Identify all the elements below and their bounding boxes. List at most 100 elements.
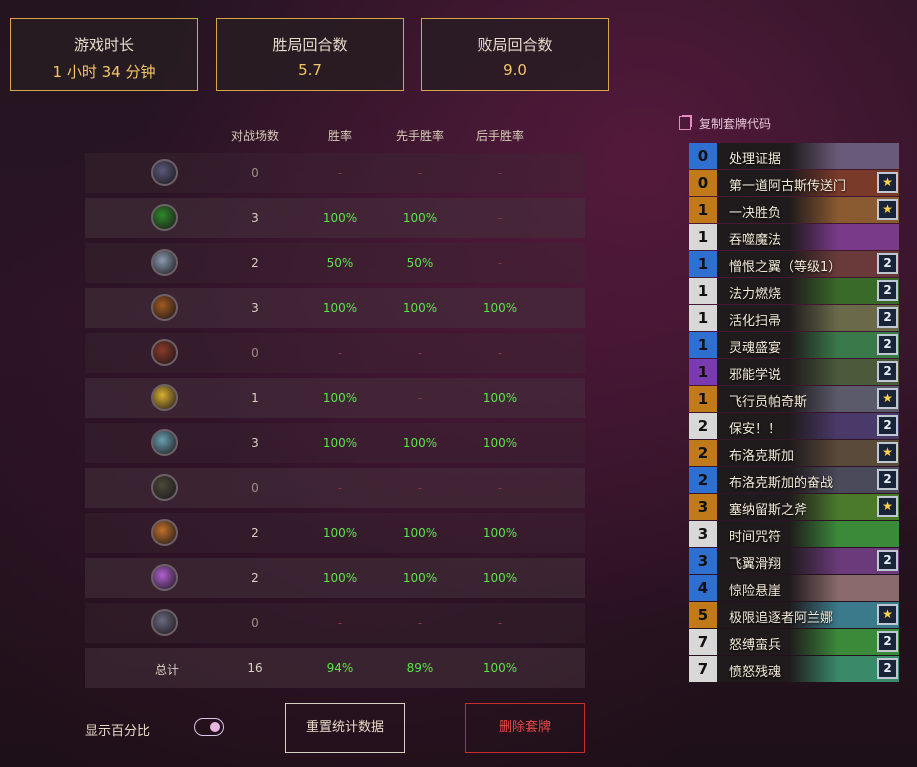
cell-games: 0	[251, 166, 259, 180]
show-percent-label: 显示百分比	[85, 724, 151, 739]
cell-win: 100%	[322, 526, 358, 540]
cell-win: 100%	[322, 301, 358, 315]
card-count-badge: 2	[877, 658, 898, 679]
card-cost: 2	[689, 440, 717, 466]
cell-second: 100%	[482, 526, 518, 540]
card-count-badge: 2	[877, 334, 898, 355]
deck-card[interactable]: 3 飞翼滑翔 2	[689, 548, 899, 574]
deck-card[interactable]: 7 愤怒残魂 2	[689, 656, 899, 682]
cell-first: -	[417, 481, 423, 495]
card-name: 法力燃烧	[729, 287, 782, 302]
table-row: 1 100% - 100%	[85, 378, 585, 418]
reset-stats-button[interactable]: 重置统计数据	[285, 703, 405, 753]
deck-card[interactable]: 7 怒缚蛮兵 2	[689, 629, 899, 655]
deck-card[interactable]: 1 飞行员帕奇斯 ★	[689, 386, 899, 412]
legendary-star-icon: ★	[877, 604, 898, 625]
cell-win: -	[337, 166, 343, 180]
card-count-badge: 2	[877, 307, 898, 328]
deck-card[interactable]: 1 活化扫帚 2	[689, 305, 899, 331]
total-winrate: 94%	[326, 661, 354, 675]
stat-value: 5.7	[298, 61, 322, 79]
card-name: 布洛克斯加	[729, 449, 795, 464]
table-row: 3 100% 100% 100%	[85, 423, 585, 463]
table-row: 2 100% 100% 100%	[85, 558, 585, 598]
card-name: 憎恨之翼（等级1）	[729, 260, 842, 275]
cell-games: 3	[251, 301, 259, 315]
card-count-badge: 2	[877, 253, 898, 274]
copy-deck-code-label: 复制套牌代码	[699, 117, 772, 131]
legendary-star-icon: ★	[877, 199, 898, 220]
toggle-knob	[210, 722, 220, 732]
card-name: 第一道阿古斯传送门	[729, 179, 847, 194]
total-row: 总计 16 94% 89% 100%	[85, 648, 585, 688]
cell-first: 100%	[402, 436, 438, 450]
header-second-winrate: 后手胜率	[475, 129, 524, 143]
stat-value: 9.0	[503, 61, 527, 79]
class-icon-11	[151, 609, 178, 636]
card-cost: 0	[689, 170, 717, 196]
table-row: 0 - - -	[85, 333, 585, 373]
cell-second: -	[497, 616, 503, 630]
card-name: 飞翼滑翔	[729, 557, 782, 572]
deck-card[interactable]: 3 塞纳留斯之斧 ★	[689, 494, 899, 520]
cell-games: 3	[251, 436, 259, 450]
card-name: 时间咒符	[729, 530, 782, 545]
deck-card[interactable]: 2 布洛克斯加 ★	[689, 440, 899, 466]
cell-games: 2	[251, 526, 259, 540]
deck-card[interactable]: 1 灵魂盛宴 2	[689, 332, 899, 358]
card-cost: 1	[689, 332, 717, 358]
cell-second: -	[497, 256, 503, 270]
stat-loss-turns: 败局回合数 9.0	[421, 18, 609, 91]
cell-second: -	[497, 211, 503, 225]
card-count-badge: 2	[877, 550, 898, 571]
deck-card[interactable]: 5 极限追逐者阿兰娜 ★	[689, 602, 899, 628]
deck-card[interactable]: 2 保安！！ 2	[689, 413, 899, 439]
cell-win: 100%	[322, 436, 358, 450]
cell-second: -	[497, 481, 503, 495]
card-name: 活化扫帚	[729, 314, 782, 329]
cell-games: 2	[251, 571, 259, 585]
table-row: 3 100% 100% 100%	[85, 288, 585, 328]
card-count-badge: 2	[877, 415, 898, 436]
delete-deck-button[interactable]: 删除套牌	[465, 703, 585, 753]
card-art	[789, 575, 899, 601]
legendary-star-icon: ★	[877, 496, 898, 517]
deck-card[interactable]: 2 布洛克斯加的奋战 2	[689, 467, 899, 493]
cell-games: 1	[251, 391, 259, 405]
card-cost: 2	[689, 467, 717, 493]
stat-title: 败局回合数	[477, 36, 553, 54]
cell-first: -	[417, 166, 423, 180]
card-count-badge: 2	[877, 469, 898, 490]
stat-title: 胜局回合数	[272, 36, 348, 54]
deck-card[interactable]: 1 吞噬魔法	[689, 224, 899, 250]
legendary-star-icon: ★	[877, 172, 898, 193]
copy-deck-code-button[interactable]: 复制套牌代码	[679, 115, 771, 132]
deck-card[interactable]: 3 时间咒符	[689, 521, 899, 547]
card-cost: 4	[689, 575, 717, 601]
class-icon-8	[151, 474, 178, 501]
card-cost: 1	[689, 224, 717, 250]
deck-card[interactable]: 1 法力燃烧 2	[689, 278, 899, 304]
class-icon-2	[151, 204, 178, 231]
deck-card[interactable]: 0 第一道阿古斯传送门 ★	[689, 170, 899, 196]
card-cost: 2	[689, 413, 717, 439]
class-icon-6	[151, 384, 178, 411]
deck-card[interactable]: 4 惊险悬崖	[689, 575, 899, 601]
cell-first: 50%	[406, 256, 434, 270]
cell-win: -	[337, 616, 343, 630]
show-percent-toggle[interactable]	[194, 718, 224, 736]
card-count-badge: 2	[877, 631, 898, 652]
card-art	[789, 224, 899, 250]
deck-card[interactable]: 1 一决胜负 ★	[689, 197, 899, 223]
cell-win: 100%	[322, 211, 358, 225]
deck-card[interactable]: 0 处理证据	[689, 143, 899, 169]
cell-second: 100%	[482, 391, 518, 405]
card-name: 处理证据	[729, 152, 782, 167]
deck-card[interactable]: 1 邪能学说 2	[689, 359, 899, 385]
cell-win: 100%	[322, 391, 358, 405]
cell-games: 0	[251, 481, 259, 495]
stat-value: 1 小时 34 分钟	[52, 63, 156, 81]
card-art	[789, 143, 899, 169]
cell-first: 100%	[402, 571, 438, 585]
deck-card[interactable]: 1 憎恨之翼（等级1） 2	[689, 251, 899, 277]
